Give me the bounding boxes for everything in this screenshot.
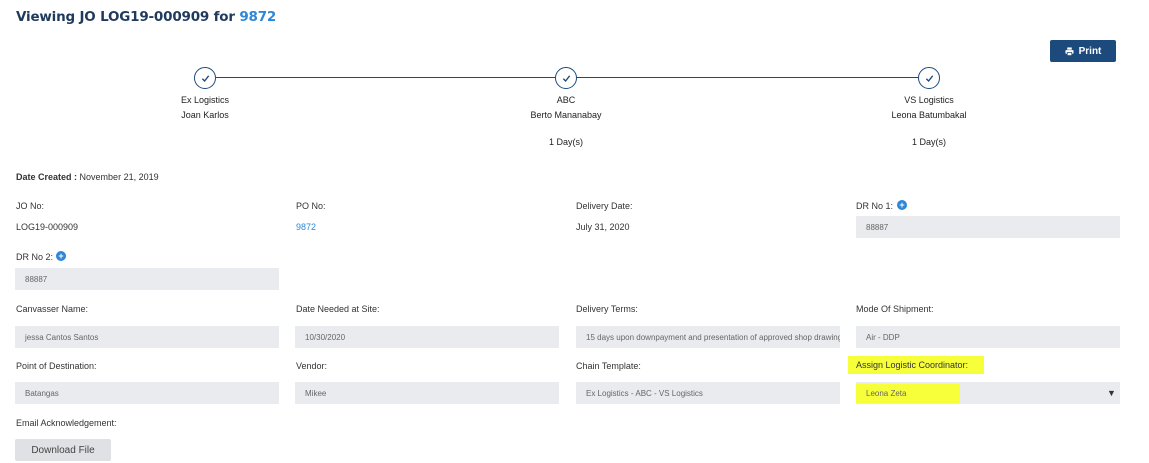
dr-no-1-label: DR No 1: bbox=[856, 201, 894, 211]
chain-step-company: Ex Logistics bbox=[180, 95, 230, 105]
date-needed-field[interactable]: 10/30/2020 bbox=[295, 326, 559, 348]
print-button-label: Print bbox=[1078, 45, 1102, 57]
mode-of-shipment-field[interactable]: Air - DDP bbox=[856, 326, 1120, 348]
delivery-date-value: July 31, 2020 bbox=[576, 222, 630, 232]
delivery-terms-field[interactable]: 15 days upon downpayment and presentatio… bbox=[576, 326, 840, 348]
jo-no-value: LOG19-000909 bbox=[16, 222, 79, 232]
date-created: Date Created : November 21, 2019 bbox=[16, 172, 159, 182]
page-title-text: Viewing JO LOG19-000909 for bbox=[16, 9, 240, 25]
chain-step-2-info: ABC Berto Mananabay bbox=[466, 93, 666, 123]
check-icon bbox=[562, 74, 570, 82]
jo-no-label: JO No: bbox=[16, 201, 45, 211]
date-needed-label: Date Needed at Site: bbox=[296, 304, 380, 314]
vendor-label: Vendor: bbox=[296, 361, 328, 371]
download-file-button[interactable]: Download File bbox=[15, 439, 111, 461]
chain-template-label: Chain Template: bbox=[576, 361, 641, 371]
chain-step-1-info: Ex Logistics Joan Karlos bbox=[105, 93, 305, 123]
chain-step-person: Leona Batumbakal bbox=[891, 110, 967, 120]
chevron-down-icon[interactable]: ▼ bbox=[1107, 388, 1116, 398]
delivery-terms-label: Delivery Terms: bbox=[576, 304, 638, 314]
chain-connector-1 bbox=[216, 77, 555, 78]
print-button[interactable]: Print bbox=[1050, 40, 1116, 62]
point-of-destination-field[interactable]: Batangas bbox=[15, 382, 279, 404]
date-created-label: Date Created : bbox=[16, 172, 78, 182]
chain-step-person: Joan Karlos bbox=[181, 110, 229, 120]
add-dr-no-1-icon[interactable]: + bbox=[897, 200, 907, 210]
chain-step-1-check bbox=[194, 67, 216, 89]
chain-step-3-check bbox=[918, 67, 940, 89]
assign-coordinator-value: Leona Zeta bbox=[856, 383, 961, 403]
chain-step-3-info: VS Logistics Leona Batumbakal bbox=[829, 93, 1029, 123]
po-link[interactable]: 9872 bbox=[239, 9, 276, 25]
canvasser-name-label: Canvasser Name: bbox=[16, 304, 89, 314]
dr-no-1-field[interactable]: 88887 bbox=[856, 216, 1120, 238]
check-icon bbox=[925, 74, 933, 82]
mode-of-shipment-label: Mode Of Shipment: bbox=[856, 304, 934, 314]
chain-step-2-days: 1 Day(s) bbox=[548, 137, 583, 147]
email-ack-label: Email Acknowledgement: bbox=[16, 418, 117, 428]
page-title: Viewing JO LOG19-000909 for 9872 bbox=[16, 9, 276, 25]
chain-template-field[interactable]: Ex Logistics - ABC - VS Logistics bbox=[576, 382, 840, 404]
assign-coordinator-label: Assign Logistic Coordinator: bbox=[848, 356, 985, 374]
dr-no-2-field[interactable]: 88887 bbox=[15, 268, 279, 290]
chain-step-2-check bbox=[555, 67, 577, 89]
canvasser-name-field[interactable]: jessa Cantos Santos bbox=[15, 326, 279, 348]
chain-step-3-days: 1 Day(s) bbox=[911, 137, 946, 147]
chain-step-person: Berto Mananabay bbox=[530, 110, 602, 120]
check-icon bbox=[201, 74, 209, 82]
chain-connector-2 bbox=[577, 77, 918, 78]
add-dr-no-2-icon[interactable]: + bbox=[56, 251, 66, 261]
chain-step-company: VS Logistics bbox=[904, 95, 954, 105]
po-no-label: PO No: bbox=[296, 201, 326, 211]
vendor-field[interactable]: Mikee bbox=[295, 382, 559, 404]
point-of-destination-label: Point of Destination: bbox=[16, 361, 97, 371]
po-no-link[interactable]: 9872 bbox=[296, 222, 316, 232]
dr-no-2-label: DR No 2: bbox=[16, 252, 54, 262]
printer-icon bbox=[1065, 46, 1074, 56]
date-created-value: November 21, 2019 bbox=[79, 172, 159, 182]
assign-coordinator-select[interactable]: Leona Zeta bbox=[856, 382, 1120, 404]
delivery-date-label: Delivery Date: bbox=[576, 201, 633, 211]
chain-step-company: ABC bbox=[556, 95, 576, 105]
